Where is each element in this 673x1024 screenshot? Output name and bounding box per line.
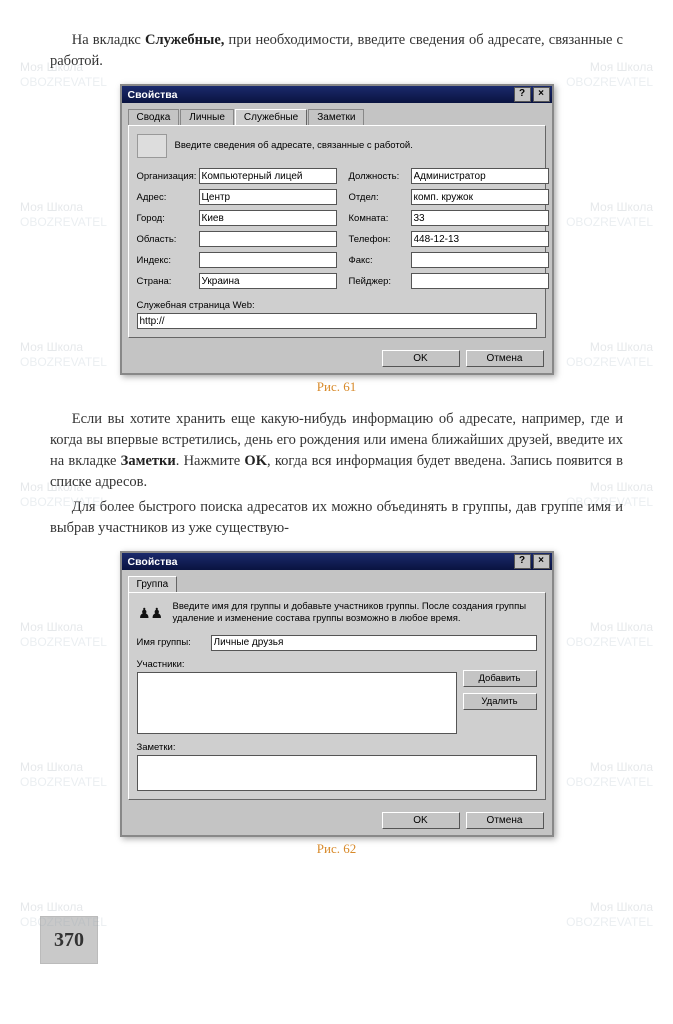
pager-field[interactable] bbox=[411, 273, 549, 289]
remove-button[interactable]: Удалить bbox=[463, 693, 537, 710]
paragraph-3: Для более быстрого поиска адресатов их м… bbox=[50, 497, 623, 539]
paragraph-1: На вкладкс Служебные, при необходимости,… bbox=[50, 30, 623, 72]
address-field[interactable] bbox=[199, 189, 337, 205]
tab-summary[interactable]: Сводка bbox=[128, 109, 180, 125]
paragraph-2: Если вы хотите хранить еще какую-нибудь … bbox=[50, 409, 623, 493]
figure-caption-61: Рис. 61 bbox=[50, 379, 623, 395]
window-title: Свойства bbox=[128, 556, 178, 568]
people-icon: ♟♟ bbox=[137, 602, 165, 624]
notes-textarea[interactable] bbox=[137, 755, 537, 791]
add-button[interactable]: Добавить bbox=[463, 670, 537, 687]
title-bar: Свойства ? × bbox=[122, 553, 552, 570]
tab-business[interactable]: Служебные bbox=[235, 109, 307, 125]
title-bar: Свойства ? × bbox=[122, 86, 552, 103]
cancel-button[interactable]: Отмена bbox=[466, 350, 544, 367]
window-title: Свойства bbox=[128, 89, 178, 101]
tab-notes[interactable]: Заметки bbox=[308, 109, 364, 125]
figure-caption-62: Рис. 62 bbox=[50, 841, 623, 857]
dialog-properties-business: Свойства ? × Сводка Личные Служебные Зам… bbox=[120, 84, 554, 375]
index-field[interactable] bbox=[199, 252, 337, 268]
cancel-button[interactable]: Отмена bbox=[466, 812, 544, 829]
tab-strip: Сводка Личные Служебные Заметки bbox=[122, 103, 552, 125]
tab-group[interactable]: Группа bbox=[128, 576, 178, 592]
region-field[interactable] bbox=[199, 231, 337, 247]
phone-field[interactable] bbox=[411, 231, 549, 247]
fax-field[interactable] bbox=[411, 252, 549, 268]
group-name-field[interactable] bbox=[211, 635, 537, 651]
members-listbox[interactable] bbox=[137, 672, 457, 734]
web-field[interactable] bbox=[137, 313, 537, 329]
country-field[interactable] bbox=[199, 273, 337, 289]
tab-personal[interactable]: Личные bbox=[180, 109, 234, 125]
briefcase-icon bbox=[137, 134, 167, 158]
department-field[interactable] bbox=[411, 189, 549, 205]
hint-text: Введите имя для группы и добавьте участн… bbox=[173, 601, 537, 625]
position-field[interactable] bbox=[411, 168, 549, 184]
tab-strip: Группа bbox=[122, 570, 552, 592]
ok-button[interactable]: OK bbox=[382, 812, 460, 829]
organization-field[interactable] bbox=[199, 168, 337, 184]
help-icon[interactable]: ? bbox=[514, 87, 531, 102]
close-icon[interactable]: × bbox=[533, 554, 550, 569]
dialog-properties-group: Свойства ? × Группа ♟♟ Введите имя для г… bbox=[120, 551, 554, 837]
city-field[interactable] bbox=[199, 210, 337, 226]
ok-button[interactable]: OK bbox=[382, 350, 460, 367]
help-icon[interactable]: ? bbox=[514, 554, 531, 569]
close-icon[interactable]: × bbox=[533, 87, 550, 102]
hint-text: Введите сведения об адресате, связанные … bbox=[175, 140, 537, 152]
room-field[interactable] bbox=[411, 210, 549, 226]
page-number: 370 bbox=[40, 916, 98, 964]
